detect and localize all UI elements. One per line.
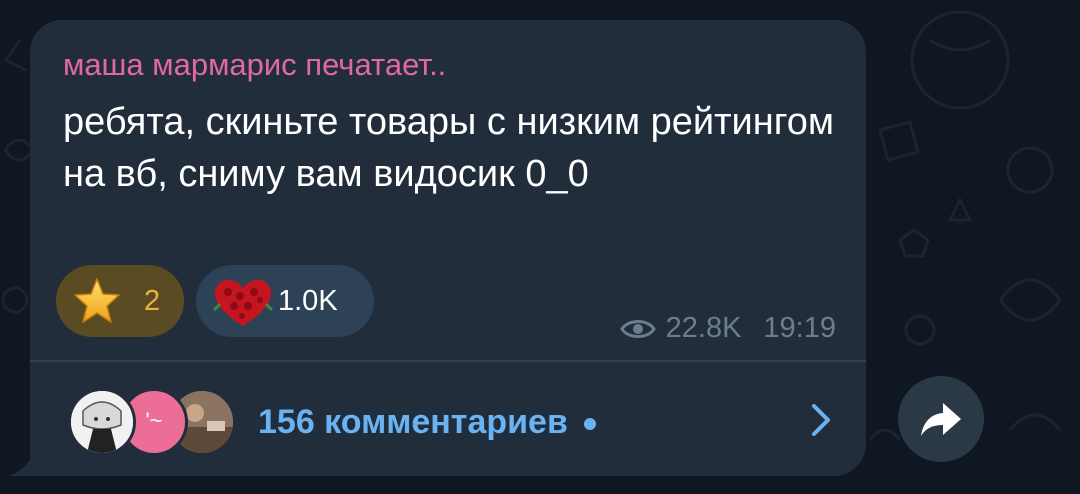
comments-count-text: 156 комментариев [258, 403, 568, 441]
typing-status: маша мармарис печатает.. [63, 47, 447, 82]
heart-roses-icon [212, 279, 274, 326]
reaction-count: 2 [144, 284, 161, 317]
eye-icon [619, 319, 656, 338]
avatar [68, 388, 136, 456]
message-meta: 22.8K 19:19 [619, 312, 836, 345]
avatar-text: '~ [145, 408, 163, 433]
reaction-count: 1.0K [278, 284, 338, 317]
comments-button[interactable]: '~ 156 комментариев [68, 384, 866, 460]
share-button[interactable] [898, 376, 984, 462]
message-text: ребята, скиньте товары с низким рейтинго… [63, 101, 835, 195]
view-count: 22.8K [665, 312, 742, 344]
divider [30, 360, 866, 362]
share-arrow-icon [921, 403, 961, 436]
reaction-star[interactable]: 2 [56, 265, 184, 337]
comments-label: 156 комментариев [258, 403, 596, 442]
star-icon [74, 278, 120, 323]
message-time: 19:19 [763, 312, 836, 344]
chevron-right-icon [812, 404, 830, 436]
unread-dot [583, 418, 596, 431]
reaction-heart-roses[interactable]: 1.0K [196, 265, 374, 337]
message-bubble: маша мармарис печатает.. ребята, скиньте… [30, 20, 866, 476]
